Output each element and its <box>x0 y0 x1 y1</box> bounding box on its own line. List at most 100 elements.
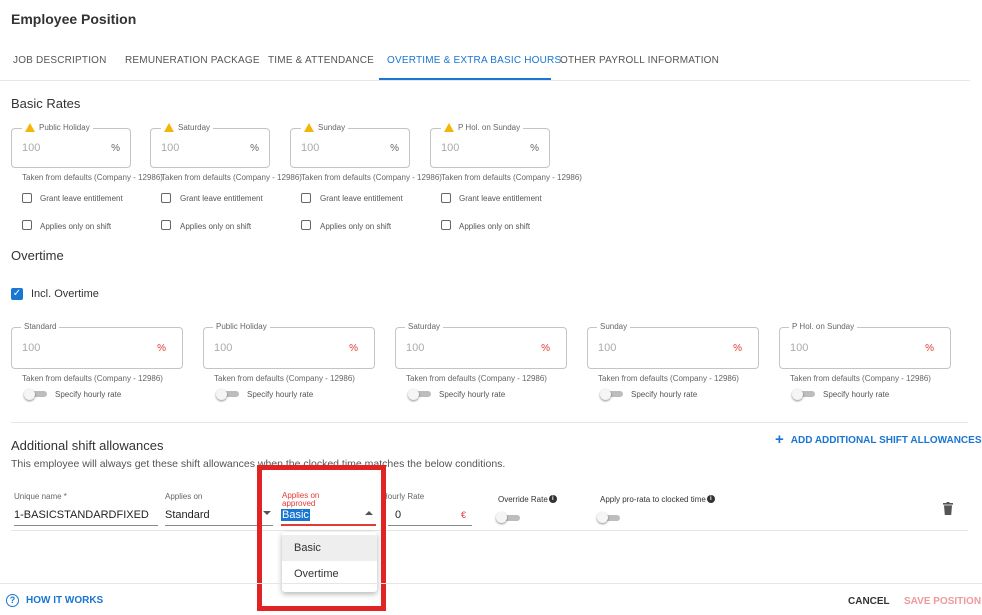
hourly-rate-input[interactable] <box>388 525 472 526</box>
help-icon: ? <box>6 594 19 607</box>
specify-hourly-rate-label: Specify hourly rate <box>823 390 890 399</box>
applies-only-on-shift-label: Applies only on shift <box>40 222 112 231</box>
percent-suffix: % <box>250 143 259 154</box>
toggle-thumb <box>597 512 608 523</box>
incl-overtime-checkbox[interactable]: ✓ <box>11 288 23 300</box>
incl-overtime-label: Incl. Overtime <box>31 288 99 300</box>
grant-leave-label: Grant leave entitlement <box>459 194 542 203</box>
specify-hourly-rate-label: Specify hourly rate <box>631 390 698 399</box>
grant-leave-checkbox[interactable] <box>161 193 171 203</box>
overtime-helper-text: Taken from defaults (Company - 12986) <box>406 374 547 383</box>
field-value: 100 <box>301 142 320 154</box>
basic-rate-public-holiday-field[interactable]: Public Holiday 100 % <box>11 123 131 168</box>
percent-suffix: % <box>541 343 550 354</box>
field-value: 100 <box>22 342 41 354</box>
basic-rate-sunday-field[interactable]: Sunday 100 % <box>290 123 410 168</box>
basic-rate-p-hol-on-sunday-field[interactable]: P Hol. on Sunday 100 % <box>430 123 550 168</box>
specify-hourly-rate-label: Specify hourly rate <box>55 390 122 399</box>
overtime-public-holiday-field[interactable]: Public Holiday 100 % <box>203 322 375 369</box>
tab-remuneration-package[interactable]: REMUNERATION PACKAGE <box>125 55 260 66</box>
footer-divider <box>0 583 982 584</box>
cancel-button[interactable]: CANCEL <box>848 596 890 607</box>
field-value: 100 <box>214 342 233 354</box>
grant-leave-checkbox[interactable] <box>22 193 32 203</box>
field-label: Standard <box>21 322 60 331</box>
pro-rata-label: Apply pro-rata to clocked time i <box>600 495 715 504</box>
hourly-rate-value: 0 <box>395 509 402 521</box>
basic-rate-saturday-field[interactable]: Saturday 100 % <box>150 123 270 168</box>
plus-icon: + <box>775 431 784 448</box>
warning-icon <box>25 123 35 132</box>
overtime-sunday-field[interactable]: Sunday 100 % <box>587 322 759 369</box>
overtime-heading: Overtime <box>11 248 64 263</box>
percent-suffix: % <box>530 143 539 154</box>
unique-name-input[interactable] <box>14 525 158 526</box>
toggle-thumb <box>216 389 227 400</box>
shift-allowances-heading: Additional shift allowances <box>11 438 164 453</box>
toggle-thumb <box>408 389 419 400</box>
info-icon[interactable]: i <box>706 495 715 503</box>
field-value: 100 <box>790 342 809 354</box>
applies-only-on-shift-checkbox[interactable] <box>441 220 451 230</box>
overtime-helper-text: Taken from defaults (Company - 12986) <box>790 374 931 383</box>
warning-icon <box>304 123 314 132</box>
overtime-helper-text: Taken from defaults (Company - 12986) <box>22 374 163 383</box>
add-shift-allowance-button[interactable]: + ADD ADDITIONAL SHIFT ALLOWANCES <box>775 431 982 448</box>
overtime-p-hol-on-sunday-field[interactable]: P Hol. on Sunday 100 % <box>779 322 951 369</box>
basic-rate-helper-text: Taken from defaults (Company - 12986) <box>301 173 442 182</box>
field-label: Saturday <box>405 322 444 331</box>
grant-leave-label: Grant leave entitlement <box>180 194 263 203</box>
applies-only-on-shift-label: Applies only on shift <box>180 222 252 231</box>
field-value: 100 <box>406 342 425 354</box>
field-label: Saturday <box>178 123 211 132</box>
section-divider <box>11 422 968 423</box>
tab-time-attendance[interactable]: TIME & ATTENDANCE <box>268 55 374 66</box>
field-value: 100 <box>598 342 617 354</box>
grant-leave-label: Grant leave entitlement <box>320 194 403 203</box>
specify-hourly-rate-label: Specify hourly rate <box>247 390 314 399</box>
grant-leave-checkbox[interactable] <box>441 193 451 203</box>
field-value: 100 <box>441 142 460 154</box>
applies-only-on-shift-checkbox[interactable] <box>301 220 311 230</box>
row-divider <box>11 530 968 531</box>
applies-only-on-shift-label: Applies only on shift <box>459 222 531 231</box>
field-label: Sunday <box>318 123 346 132</box>
how-it-works-label: HOW IT WORKS <box>26 595 104 606</box>
tab-other-payroll-information[interactable]: OTHER PAYROLL INFORMATION <box>560 55 719 66</box>
percent-suffix: % <box>111 143 120 154</box>
add-shift-allowance-label: ADD ADDITIONAL SHIFT ALLOWANCES <box>790 434 982 446</box>
unique-name-value: 1-BASICSTANDARDFIXED <box>14 509 149 521</box>
field-label: P Hol. on Sunday <box>458 123 521 132</box>
percent-suffix: % <box>925 343 934 354</box>
overtime-saturday-field[interactable]: Saturday 100 % <box>395 322 567 369</box>
active-tab-indicator <box>379 78 551 80</box>
warning-icon <box>164 123 174 132</box>
hourly-rate-label: Hourly Rate <box>382 492 425 501</box>
overtime-helper-text: Taken from defaults (Company - 12986) <box>598 374 739 383</box>
euro-suffix: € <box>461 510 467 520</box>
how-it-works-link[interactable]: ? HOW IT WORKS <box>6 594 103 607</box>
applies-only-on-shift-label: Applies only on shift <box>320 222 392 231</box>
field-label: Public Holiday <box>213 322 270 331</box>
tab-overtime-extra-basic-hours[interactable]: OVERTIME & EXTRA BASIC HOURS <box>387 55 561 66</box>
field-label: Public Holiday <box>39 123 90 132</box>
override-rate-label: Override Rate i <box>498 495 557 504</box>
applies-only-on-shift-checkbox[interactable] <box>22 220 32 230</box>
tab-job-description[interactable]: JOB DESCRIPTION <box>13 55 107 66</box>
overtime-standard-field[interactable]: Standard 100 % <box>11 322 183 369</box>
grant-leave-label: Grant leave entitlement <box>40 194 123 203</box>
grant-leave-checkbox[interactable] <box>301 193 311 203</box>
applies-on-value: Standard <box>165 509 210 521</box>
applies-only-on-shift-checkbox[interactable] <box>161 220 171 230</box>
overtime-helper-text: Taken from defaults (Company - 12986) <box>214 374 355 383</box>
delete-icon[interactable] <box>943 502 953 520</box>
warning-icon <box>444 123 454 132</box>
info-icon[interactable]: i <box>548 495 557 503</box>
percent-suffix: % <box>390 143 399 154</box>
percent-suffix: % <box>349 343 358 354</box>
specify-hourly-rate-label: Specify hourly rate <box>439 390 506 399</box>
save-position-button[interactable]: SAVE POSITION <box>904 596 981 607</box>
annotation-highlight-box <box>257 465 386 611</box>
percent-suffix: % <box>733 343 742 354</box>
tabs-divider <box>0 80 970 81</box>
